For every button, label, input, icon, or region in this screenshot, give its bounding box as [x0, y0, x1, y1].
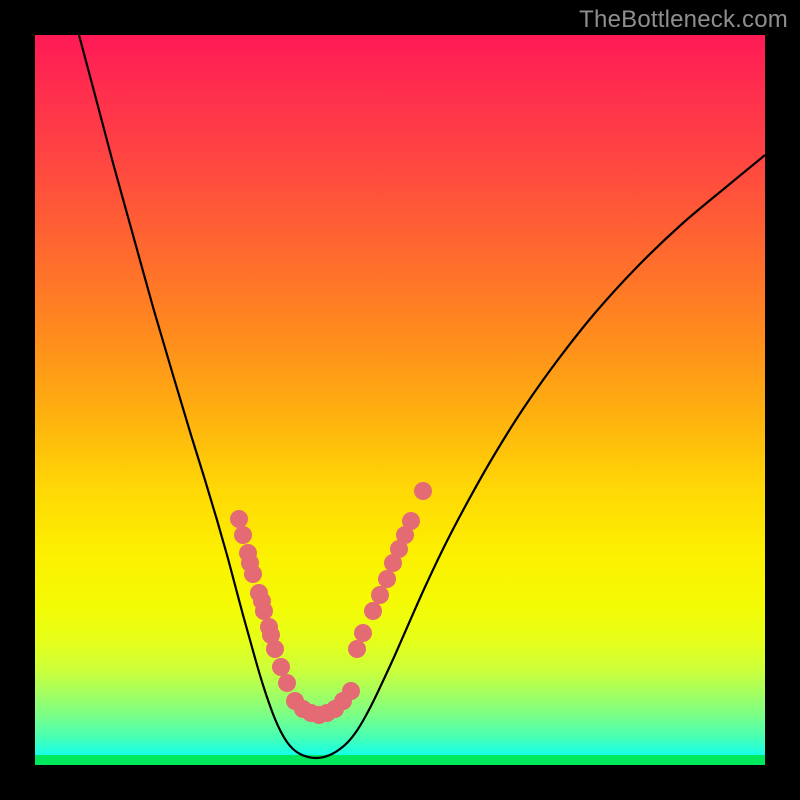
bead-marker	[354, 624, 372, 642]
bottleneck-curve	[79, 35, 765, 758]
curve-svg	[35, 35, 765, 765]
beads-right	[348, 482, 432, 658]
bead-marker	[255, 602, 273, 620]
bead-marker	[414, 482, 432, 500]
bead-marker	[342, 682, 360, 700]
bead-marker	[272, 658, 290, 676]
bead-marker	[230, 510, 248, 528]
watermark-text: TheBottleneck.com	[579, 6, 788, 34]
bead-marker	[234, 526, 252, 544]
bead-marker	[348, 640, 366, 658]
bead-marker	[244, 565, 262, 583]
bead-marker	[371, 586, 389, 604]
bead-marker	[402, 512, 420, 530]
bead-marker	[266, 640, 284, 658]
bead-marker	[378, 570, 396, 588]
bead-marker	[278, 674, 296, 692]
bead-marker	[364, 602, 382, 620]
chart-frame: TheBottleneck.com	[0, 0, 800, 800]
beads-trough	[286, 682, 360, 724]
plot-area	[35, 35, 765, 765]
